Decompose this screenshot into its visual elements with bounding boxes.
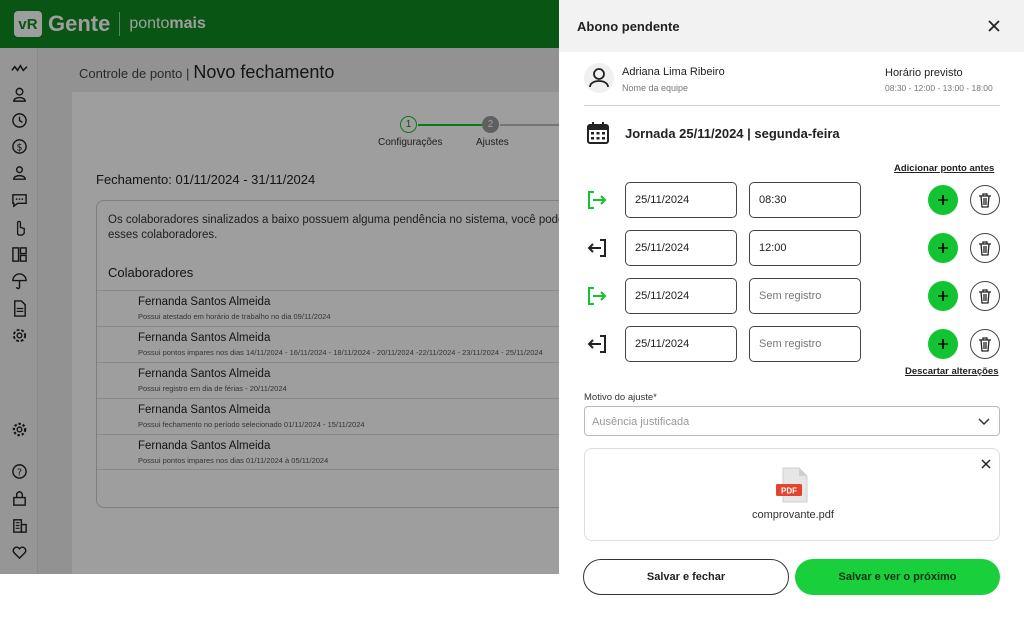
motivo-selected-value: Ausência justificada (592, 416, 690, 428)
punch-row: 25/11/2024 Sem registro (584, 326, 1000, 362)
attachment-file-name[interactable]: comprovante.pdf (585, 509, 1001, 521)
trash-icon (979, 289, 991, 304)
save-and-close-button[interactable]: Salvar e fechar (583, 559, 789, 595)
add-punch-button[interactable] (928, 329, 958, 359)
motivo-select[interactable]: Ausência justificada (584, 406, 1000, 436)
plus-icon (938, 339, 948, 349)
punch-date-input[interactable]: 25/11/2024 (625, 230, 737, 266)
punch-row: 25/11/2024 12:00 (584, 230, 1000, 266)
pdf-badge-text: PDF (781, 487, 797, 496)
add-punch-button[interactable] (928, 185, 958, 215)
delete-punch-button[interactable] (970, 329, 1000, 359)
drawer-title: Abono pendente (577, 19, 680, 34)
punch-row: 25/11/2024 Sem registro (584, 278, 1000, 314)
entry-icon (586, 285, 608, 307)
drawer-header: Abono pendente (559, 0, 1024, 52)
trash-icon (979, 193, 991, 208)
punch-row: 25/11/2024 08:30 (584, 182, 1000, 218)
punch-date-input[interactable]: 25/11/2024 (625, 278, 737, 314)
calendar-icon (586, 121, 610, 145)
plus-icon (938, 291, 948, 301)
trash-icon (979, 337, 991, 352)
exit-icon (586, 237, 608, 259)
plus-icon (938, 243, 948, 253)
punch-date-input[interactable]: 25/11/2024 (625, 182, 737, 218)
motivo-label: Motivo do ajuste* (584, 392, 657, 403)
jornada-date: Jornada 25/11/2024 | segunda-feira (625, 126, 840, 141)
punch-time-input[interactable]: Sem registro (749, 326, 861, 362)
add-punch-before-link[interactable]: Adicionar ponto antes (894, 163, 994, 174)
delete-punch-button[interactable] (970, 281, 1000, 311)
user-team: Nome da equipe (622, 83, 689, 93)
trash-icon (979, 241, 991, 256)
chevron-down-icon (977, 415, 991, 429)
add-punch-button[interactable] (928, 233, 958, 263)
delete-punch-button[interactable] (970, 185, 1000, 215)
punch-time-input[interactable]: 12:00 (749, 230, 861, 266)
horario-previsto-label: Horário previsto (885, 67, 963, 79)
user-name: Adriana Lima Ribeiro (622, 66, 725, 78)
close-icon[interactable] (985, 17, 1003, 35)
entry-icon (586, 189, 608, 211)
exit-icon (586, 333, 608, 355)
horario-previsto-value: 08:30 - 12:00 - 13:00 - 18:00 (885, 83, 993, 93)
pdf-file-icon: PDF (775, 467, 811, 503)
avatar (584, 63, 614, 93)
plus-icon (938, 195, 948, 205)
save-and-next-button[interactable]: Salvar e ver o próximo (795, 559, 1000, 595)
discard-changes-link[interactable]: Descartar alterações (905, 366, 998, 377)
modal-backdrop[interactable] (0, 0, 559, 574)
delete-punch-button[interactable] (970, 233, 1000, 263)
divider (584, 105, 1000, 106)
remove-attachment-icon[interactable] (979, 457, 993, 471)
screen: vR Gente pontomais $ ? Controle de ponto… (0, 0, 1024, 618)
attachment-card: PDF comprovante.pdf (584, 448, 1000, 541)
punch-time-input[interactable]: 08:30 (749, 182, 861, 218)
punch-date-input[interactable]: 25/11/2024 (625, 326, 737, 362)
add-punch-button[interactable] (928, 281, 958, 311)
punch-time-input[interactable]: Sem registro (749, 278, 861, 314)
